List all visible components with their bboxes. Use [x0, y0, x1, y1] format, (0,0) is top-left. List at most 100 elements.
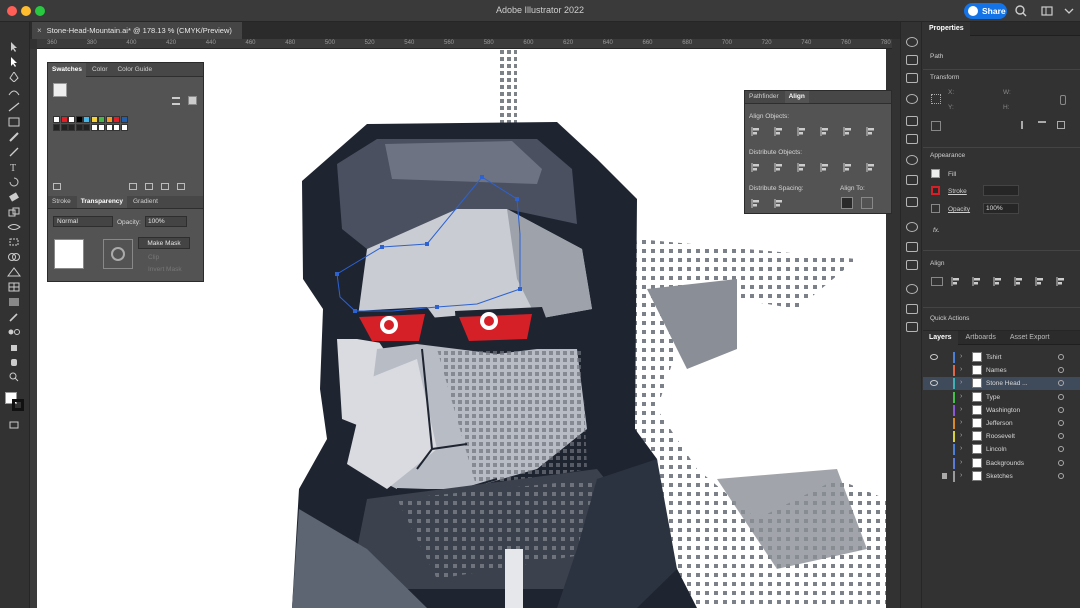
free-transform-tool-icon[interactable]	[7, 237, 21, 247]
expand-chevron-icon[interactable]: ›	[960, 393, 962, 400]
target-circle-icon[interactable]	[1058, 380, 1064, 387]
tab-asset-export[interactable]: Asset Export	[1004, 331, 1056, 345]
color-swatch[interactable]	[83, 116, 90, 123]
expand-chevron-icon[interactable]: ›	[960, 379, 962, 386]
layer-row[interactable]: › Type	[923, 391, 1080, 404]
rectangle-tool-icon[interactable]	[7, 117, 21, 127]
fx-button[interactable]: fx.	[933, 227, 940, 234]
stroke-weight-field[interactable]	[983, 185, 1019, 196]
cc-libraries-icon[interactable]	[906, 116, 918, 126]
tab-swatches[interactable]: Swatches	[48, 63, 86, 77]
target-circle-icon[interactable]	[1058, 393, 1064, 400]
expand-chevron-icon[interactable]: ›	[960, 432, 962, 439]
links-icon[interactable]	[906, 322, 918, 332]
layer-row[interactable]: › Stone Head ...	[923, 377, 1080, 391]
mesh-tool-icon[interactable]	[7, 282, 21, 292]
distribute-objects-icon[interactable]	[866, 163, 876, 172]
swatch-options-icon[interactable]	[145, 183, 153, 190]
distribute-objects-icon[interactable]	[774, 163, 784, 172]
fill-swatch[interactable]	[931, 169, 940, 178]
properties-align-icon[interactable]	[1056, 277, 1066, 286]
tab-pathfinder[interactable]: Pathfinder	[745, 91, 783, 103]
target-circle-icon[interactable]	[1058, 472, 1064, 479]
pathfinder-icon[interactable]	[906, 155, 918, 165]
blend-mode-select[interactable]: Normal	[53, 216, 113, 227]
color-swatch[interactable]	[113, 116, 120, 123]
direct-selection-tool-icon[interactable]	[7, 57, 21, 67]
opacity-field[interactable]: 100%	[145, 216, 187, 227]
properties-align-icon[interactable]	[1035, 277, 1045, 286]
search-icon[interactable]	[1014, 4, 1028, 18]
properties-align-icon[interactable]	[972, 277, 982, 286]
stroke-color-swatch[interactable]	[12, 399, 24, 411]
graphic-styles-icon[interactable]	[906, 260, 918, 270]
align-objects-icon[interactable]	[820, 127, 830, 136]
scale-tool-icon[interactable]	[7, 207, 21, 217]
opacity-field[interactable]: 100%	[983, 203, 1019, 214]
visibility-toggle[interactable]	[930, 394, 938, 400]
layer-row[interactable]: › Sketches	[923, 470, 1080, 483]
libraries-icon[interactable]	[906, 37, 918, 47]
new-color-group-icon[interactable]	[129, 183, 137, 190]
expand-chevron-icon[interactable]: ›	[960, 366, 962, 373]
pen-tool-icon[interactable]	[7, 72, 21, 82]
color-swatch[interactable]	[83, 124, 90, 131]
tab-properties[interactable]: Properties	[923, 22, 970, 36]
workspace-icon[interactable]	[1040, 4, 1054, 18]
stroke-label[interactable]: Stroke	[948, 188, 967, 195]
type-tool-icon[interactable]: T	[7, 162, 21, 172]
expand-chevron-icon[interactable]: ›	[960, 419, 962, 426]
color-swatch[interactable]	[98, 124, 105, 131]
distribute-objects-icon[interactable]	[797, 163, 807, 172]
align-to-key-object-icon[interactable]	[841, 197, 853, 209]
width-tool-icon[interactable]	[7, 222, 21, 232]
collapse-panels-icon[interactable]	[1062, 4, 1076, 18]
color-swatch[interactable]	[90, 124, 98, 131]
target-circle-icon[interactable]	[1058, 433, 1064, 440]
delete-swatch-icon[interactable]	[177, 183, 185, 190]
make-mask-button[interactable]: Make Mask	[138, 237, 190, 249]
mask-thumbnail[interactable]	[54, 239, 84, 269]
target-circle-icon[interactable]	[1058, 446, 1064, 453]
color-swatch[interactable]	[53, 124, 60, 131]
shape-builder-tool-icon[interactable]	[7, 252, 21, 262]
color-swatch[interactable]	[120, 124, 128, 131]
blend-tool-icon[interactable]	[7, 327, 21, 337]
properties-align-icon[interactable]	[993, 277, 1003, 286]
visibility-toggle[interactable]	[930, 407, 938, 413]
tab-layers[interactable]: Layers	[923, 331, 958, 345]
invert-mask-checkbox[interactable]: Invert Mask	[148, 266, 182, 273]
color-swatch[interactable]	[68, 116, 75, 123]
constrain-proportions-icon[interactable]	[1060, 95, 1066, 105]
visibility-toggle[interactable]	[930, 460, 938, 466]
new-swatch-icon[interactable]	[161, 183, 169, 190]
align-objects-icon[interactable]	[866, 127, 876, 136]
tab-artboards[interactable]: Artboards	[960, 331, 1002, 345]
swatch-library-icon[interactable]	[53, 183, 61, 190]
symbols-icon[interactable]	[906, 242, 918, 252]
layer-row[interactable]: › Lincoln	[923, 443, 1080, 456]
distribute-objects-icon[interactable]	[820, 163, 830, 172]
swatch-fill-stroke-preview[interactable]	[53, 83, 67, 97]
visibility-toggle[interactable]	[930, 446, 938, 452]
layer-row[interactable]: › Names	[923, 364, 1080, 377]
layer-row[interactable]: › Washington	[923, 404, 1080, 417]
flip-vertical-icon[interactable]	[1038, 121, 1046, 129]
actions-icon[interactable]	[906, 284, 918, 294]
color-swatch[interactable]	[98, 116, 105, 123]
fill-stroke-swatch[interactable]	[5, 392, 25, 412]
target-circle-icon[interactable]	[1058, 406, 1064, 413]
tab-gradient[interactable]: Gradient	[129, 196, 162, 208]
color-swatch[interactable]	[68, 124, 75, 131]
expand-chevron-icon[interactable]: ›	[960, 445, 962, 452]
color-swatch[interactable]	[75, 116, 83, 123]
tab-transparency[interactable]: Transparency	[76, 196, 128, 208]
color-swatch[interactable]	[60, 124, 68, 131]
opacity-label[interactable]: Opacity	[948, 206, 970, 213]
distribute-spacing-icon[interactable]	[774, 199, 784, 208]
align-to-selection-icon[interactable]	[861, 197, 873, 209]
color-swatch[interactable]	[90, 116, 98, 123]
layer-row[interactable]: › Roosevelt	[923, 430, 1080, 443]
hand-tool-icon[interactable]	[7, 357, 21, 367]
visibility-toggle[interactable]	[930, 433, 938, 439]
